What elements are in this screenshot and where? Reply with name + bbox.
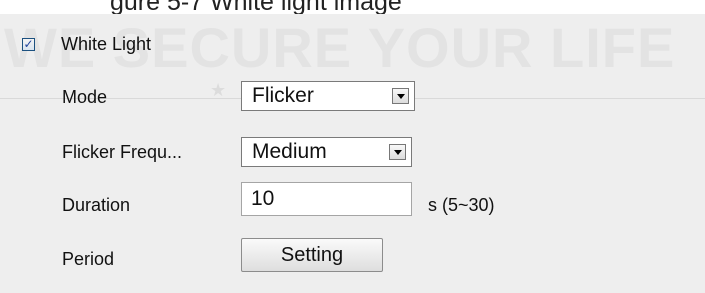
mode-select-value: Flicker [252, 84, 314, 107]
flicker-frequency-label: Flicker Frequ... [62, 142, 183, 162]
duration-input[interactable]: 10 [241, 182, 412, 216]
white-light-row: ✓ White Light [22, 33, 151, 55]
mode-label: Mode [62, 87, 108, 107]
white-light-checkbox[interactable]: ✓ [22, 37, 35, 51]
white-light-label: White Light [61, 33, 152, 54]
chevron-down-icon[interactable] [389, 144, 406, 160]
mode-select[interactable]: Flicker [241, 81, 415, 111]
chevron-down-icon[interactable] [392, 88, 409, 104]
flicker-frequency-select[interactable]: Medium [241, 137, 412, 167]
duration-unit: s (5~30) [428, 195, 495, 215]
duration-label: Duration [62, 195, 131, 215]
checkmark-icon: ✓ [23, 37, 34, 51]
period-label: Period [62, 249, 115, 269]
flicker-frequency-select-value: Medium [252, 140, 327, 163]
period-setting-button[interactable]: Setting [241, 238, 383, 272]
